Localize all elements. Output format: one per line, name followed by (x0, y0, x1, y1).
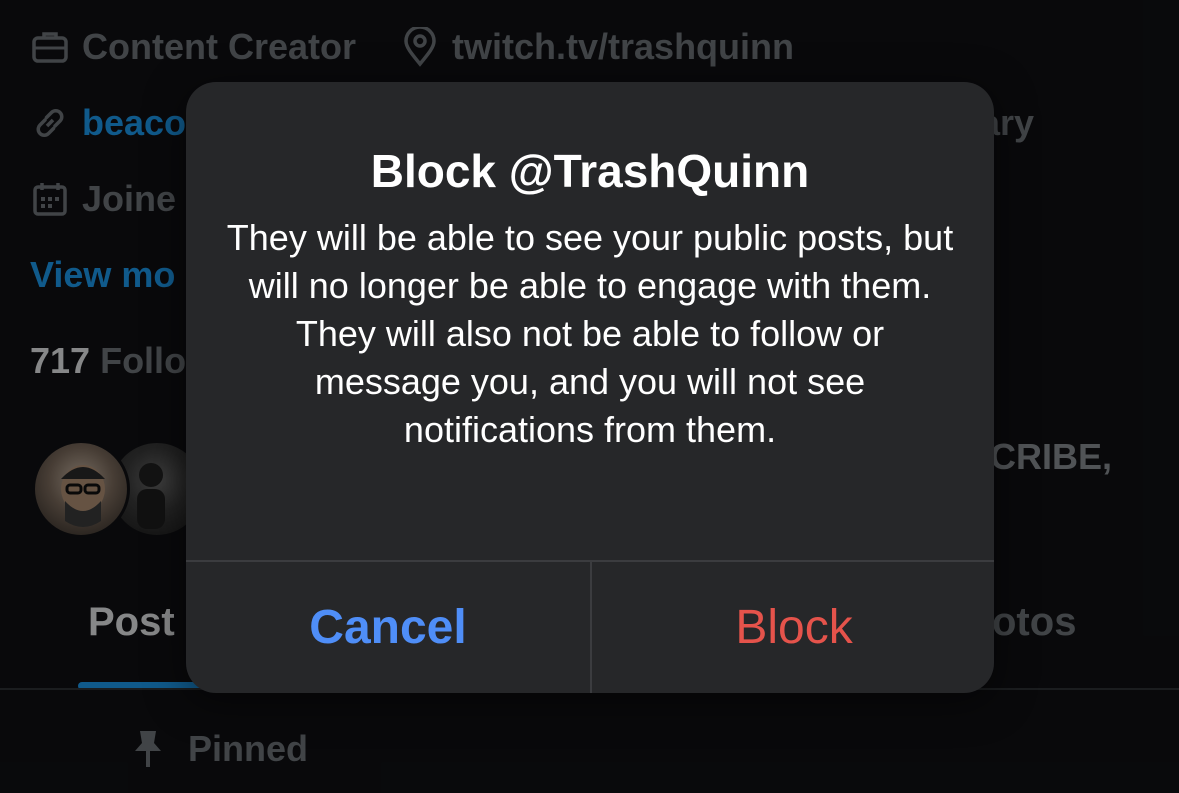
dialog-title: Block @TrashQuinn (370, 145, 810, 197)
dialog-message: They will be able to see your public pos… (226, 217, 954, 450)
cancel-button[interactable]: Cancel (186, 562, 590, 693)
block-confirmation-dialog: Block @TrashQuinn They will be able to s… (186, 82, 994, 693)
block-button[interactable]: Block (592, 562, 994, 693)
